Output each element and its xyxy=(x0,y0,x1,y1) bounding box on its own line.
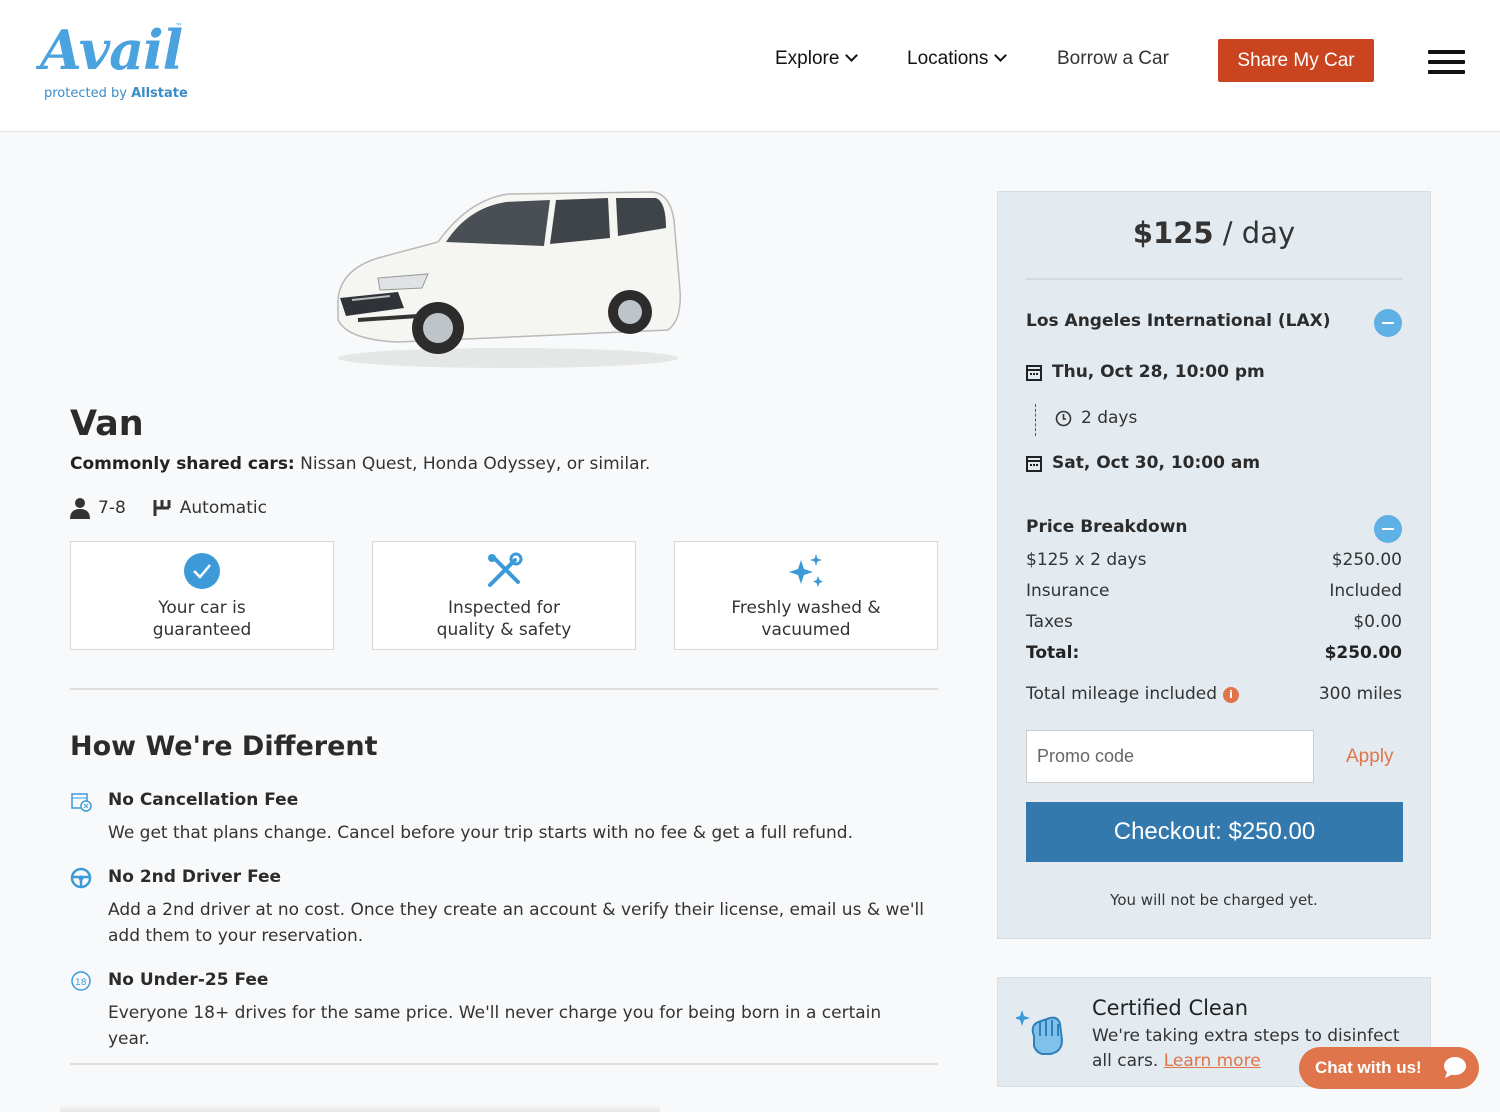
vehicle-type-title: Van xyxy=(70,404,144,444)
rental-duration: 2 days xyxy=(1055,408,1137,428)
no-charge-note: You will not be charged yet. xyxy=(1110,891,1318,909)
nav-locations[interactable]: Locations xyxy=(907,48,1008,70)
collapse-location-icon[interactable] xyxy=(1374,309,1402,337)
next-section-edge xyxy=(60,1104,660,1112)
price-row: Taxes $0.00 xyxy=(1026,612,1402,632)
cleaning-hand-icon xyxy=(1016,1010,1064,1055)
booking-panel: $125 / day Los Angeles International (LA… xyxy=(997,191,1431,939)
feature-guaranteed: Your car is guaranteed xyxy=(70,541,334,650)
van-image xyxy=(337,191,681,368)
logo-wordmark: Avail xyxy=(40,18,183,82)
checkout-button[interactable]: Checkout: $250.00 xyxy=(1026,802,1403,862)
avail-logo[interactable]: Avail ™ protected by Allstate xyxy=(40,18,200,108)
price-row: $125 x 2 days $250.00 xyxy=(1026,550,1402,570)
site-header: Avail ™ protected by Allstate Explore Lo… xyxy=(0,0,1500,132)
price-row: Insurance Included xyxy=(1026,581,1402,601)
how-different-title: How We're Different xyxy=(70,731,378,762)
panel-divider xyxy=(1026,278,1403,280)
gear-shift-icon xyxy=(153,500,171,516)
nav-explore[interactable]: Explore xyxy=(775,48,859,70)
chevron-down-icon xyxy=(845,49,859,62)
trademark-mark: ™ xyxy=(175,22,183,31)
apply-promo-button[interactable]: Apply xyxy=(1346,746,1394,768)
certified-clean-title: Certified Clean xyxy=(1092,996,1249,1020)
chat-bubble-icon xyxy=(1444,1057,1466,1078)
check-circle-icon xyxy=(184,553,220,589)
price-breakdown-title: Price Breakdown xyxy=(1026,517,1188,537)
daily-price: $125 / day xyxy=(1132,216,1296,250)
total-row: Total: $250.00 xyxy=(1026,643,1402,663)
steering-wheel-icon xyxy=(70,867,92,889)
chevron-down-icon xyxy=(994,49,1008,62)
duration-connector xyxy=(1035,404,1036,436)
calendar-icon xyxy=(1026,455,1042,472)
sparkles-icon xyxy=(789,554,823,587)
learn-more-link[interactable]: Learn more xyxy=(1164,1051,1261,1071)
clock-icon xyxy=(1055,410,1072,426)
share-my-car-button[interactable]: Share My Car xyxy=(1218,39,1374,82)
section-divider xyxy=(70,1063,938,1065)
seats-count: 7-8 xyxy=(98,498,126,518)
section-divider xyxy=(70,688,938,690)
transmission-type: Automatic xyxy=(179,498,267,518)
person-icon xyxy=(70,498,90,519)
info-icon[interactable]: i xyxy=(1223,687,1240,703)
pickup-datetime[interactable]: Thu, Oct 28, 10:00 pm xyxy=(1026,362,1265,382)
common-cars-text: Commonly shared cars: Nissan Quest, Hond… xyxy=(70,454,651,474)
age-18-plus-icon: 18 xyxy=(71,971,91,991)
collapse-breakdown-icon[interactable] xyxy=(1374,515,1402,543)
tools-icon xyxy=(488,552,523,587)
feature-washed: Freshly washed & vacuumed xyxy=(674,541,938,650)
svg-text:18: 18 xyxy=(75,978,87,988)
pickup-location: Los Angeles International (LAX) xyxy=(1026,311,1331,331)
vehicle-specs: 7-8 Automatic xyxy=(70,497,267,519)
logo-tagline: protected by Allstate xyxy=(44,86,188,101)
dropoff-datetime[interactable]: Sat, Oct 30, 10:00 am xyxy=(1026,453,1260,473)
chat-button[interactable]: Chat with us! xyxy=(1299,1047,1479,1089)
feature-inspected: Inspected for quality & safety xyxy=(372,541,636,650)
calendar-icon xyxy=(1026,364,1042,381)
hamburger-menu-icon[interactable] xyxy=(1428,50,1465,74)
promo-code-input[interactable] xyxy=(1026,730,1314,783)
nav-borrow-a-car[interactable]: Borrow a Car xyxy=(1057,48,1169,70)
mileage-row: Total mileage included i 300 miles xyxy=(1026,684,1402,704)
calendar-cancel-icon xyxy=(71,793,92,812)
